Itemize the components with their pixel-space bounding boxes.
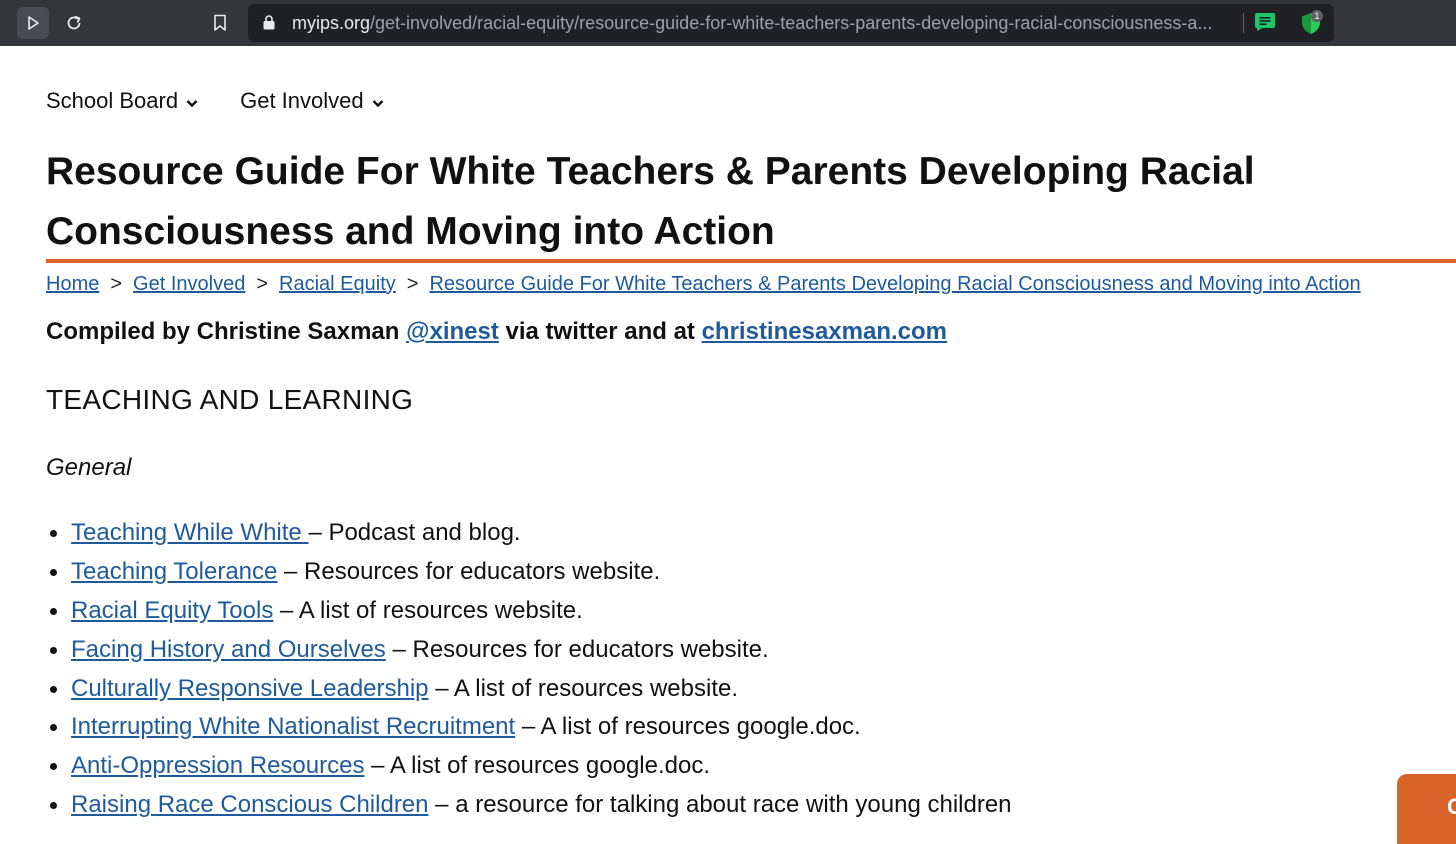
twitter-handle-link[interactable]: @xinest (406, 318, 499, 345)
list-item: Teaching Tolerance – Resources for educa… (46, 553, 1012, 592)
breadcrumb-home[interactable]: Home (46, 273, 99, 295)
extension-badge: 1 (1311, 10, 1323, 22)
list-item: Culturally Responsive Leadership – A lis… (46, 670, 1012, 709)
list-item: Racial Equity Tools – A list of resource… (46, 592, 1012, 631)
play-icon[interactable] (17, 7, 49, 39)
resource-description: – Resources for educators website. (385, 635, 769, 663)
bullet-icon (50, 724, 57, 732)
resource-description: – A list of resources google.doc. (364, 752, 711, 780)
chevron-down-icon (372, 88, 384, 114)
site-nav: School Board Get Involved (46, 88, 384, 114)
list-item: Interrupting White Nationalist Recruitme… (46, 708, 1012, 747)
list-item: Facing History and Ourselves – Resources… (46, 631, 1012, 670)
bullet-icon (50, 607, 57, 615)
resource-link[interactable]: Culturally Responsive Leadership (71, 675, 429, 702)
chevron-down-icon (186, 88, 198, 114)
credit-middle: via twitter and at (498, 318, 702, 345)
resource-link[interactable]: Interrupting White Nationalist Recruitme… (71, 713, 515, 740)
subsection-title: General (46, 454, 132, 481)
floating-cta-button[interactable]: C (1397, 774, 1456, 844)
resource-description: – A list of resources website. (428, 674, 739, 702)
url-text[interactable]: myips.org/get-involved/racial-equity/res… (292, 13, 1232, 34)
reload-icon[interactable] (58, 7, 90, 39)
credit-prefix: Compiled by Christine Saxman (46, 318, 407, 345)
bullet-icon (50, 763, 57, 771)
resource-link[interactable]: Teaching While White (71, 519, 308, 546)
page-title: Resource Guide For White Teachers & Pare… (46, 150, 1255, 253)
resource-description: – A list of resources website. (273, 596, 583, 624)
breadcrumb-get-involved[interactable]: Get Involved (133, 273, 245, 295)
resource-list: Teaching While White – Podcast and blog.… (46, 514, 1012, 825)
resource-link[interactable]: Racial Equity Tools (71, 597, 273, 624)
bullet-icon (50, 530, 57, 537)
resource-description: – a resource for talking about race with… (428, 791, 1012, 819)
list-item: Raising Race Conscious Children – a reso… (46, 786, 1012, 825)
lock-icon (262, 14, 276, 36)
resource-description: – Resources for educators website. (277, 557, 661, 585)
bullet-icon (50, 802, 57, 810)
credit-line: Compiled by Christine Saxman @xinest via… (46, 318, 947, 346)
list-item: Teaching While White – Podcast and blog. (46, 514, 1012, 553)
breadcrumb-separator: > (110, 273, 123, 295)
bookmark-icon[interactable] (204, 7, 236, 39)
bullet-icon (50, 685, 57, 693)
author-site-link[interactable]: christinesaxman.com (702, 318, 947, 345)
shield-extension-icon[interactable]: 1 (1300, 10, 1323, 40)
notes-extension-icon[interactable] (1254, 12, 1276, 37)
address-bar-divider (1243, 13, 1244, 33)
browser-toolbar: myips.org/get-involved/racial-equity/res… (0, 0, 1456, 46)
breadcrumb-separator: > (406, 273, 419, 295)
list-item: Anti-Oppression Resources – A list of re… (46, 747, 1012, 786)
breadcrumb-separator: > (256, 273, 269, 295)
nav-item-school-board[interactable]: School Board (46, 88, 198, 114)
resource-link[interactable]: Teaching Tolerance (71, 558, 277, 585)
resource-link[interactable]: Facing History and Ourselves (71, 636, 386, 663)
address-bar[interactable]: myips.org/get-involved/racial-equity/res… (248, 4, 1334, 42)
resource-description: – Podcast and blog. (308, 519, 521, 546)
resource-description: – A list of resources google.doc. (515, 713, 861, 741)
bullet-icon (50, 646, 57, 654)
breadcrumb: Home > Get Involved > Racial Equity > Resource… (46, 273, 1361, 296)
nav-item-get-involved[interactable]: Get Involved (240, 88, 384, 114)
breadcrumb-current[interactable]: Resource Guide For White Teachers & Pare… (429, 273, 1360, 295)
bullet-icon (50, 568, 57, 576)
nav-item-label: School Board (46, 88, 179, 113)
resource-link[interactable]: Anti-Oppression Resources (71, 752, 364, 779)
section-title: TEACHING AND LEARNING (46, 384, 414, 415)
resource-link[interactable]: Raising Race Conscious Children (71, 791, 429, 818)
breadcrumb-racial-equity[interactable]: Racial Equity (279, 273, 396, 295)
nav-item-label: Get Involved (240, 88, 364, 113)
title-divider (46, 259, 1456, 263)
